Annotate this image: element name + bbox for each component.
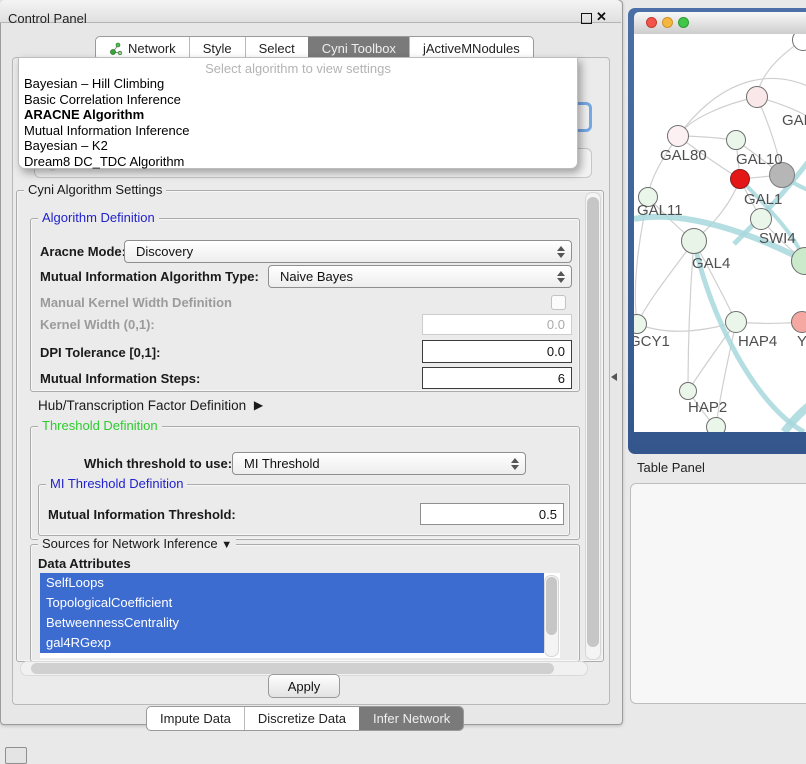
attribute-item[interactable]: TopologicalCoefficient xyxy=(40,593,544,613)
dpi-tolerance-field[interactable] xyxy=(422,340,572,363)
node-pink-top[interactable] xyxy=(746,86,768,108)
mi-algorithm-type-label: Mutual Information Algorithm Type: xyxy=(40,269,259,284)
manual-kernel-width-checkbox[interactable] xyxy=(551,295,566,310)
mi-threshold-field[interactable] xyxy=(420,503,564,525)
node-label: GAL1 xyxy=(744,191,782,208)
node-salmon[interactable] xyxy=(791,311,806,333)
sources-title-toggle[interactable]: Sources for Network Inference ▼ xyxy=(38,537,236,552)
table-panel xyxy=(630,483,806,704)
node-label: GAL xyxy=(782,112,806,129)
cyni-bottom-tabbar: Impute Data Discretize Data Infer Networ… xyxy=(146,706,464,731)
node-label: GAL11 xyxy=(637,202,683,219)
apply-button[interactable]: Apply xyxy=(268,674,340,698)
hub-definition-toggle[interactable]: Hub/Transcription Factor Definition ▶ xyxy=(38,398,259,413)
algorithm-option-aracne[interactable]: ARACNE Algorithm xyxy=(19,107,577,123)
algorithm-option[interactable]: Basic Correlation Inference xyxy=(19,92,577,108)
mi-threshold-title: MI Threshold Definition xyxy=(46,477,187,491)
control-panel-title: Control Panel xyxy=(8,11,87,26)
threshold-definition-title: Threshold Definition xyxy=(38,419,162,433)
kernel-width-label: Kernel Width (0,1): xyxy=(40,317,155,332)
algorithm-option[interactable]: Dream8 DC_TDC Algorithm xyxy=(19,154,577,170)
attribute-item[interactable]: SelfLoops xyxy=(40,573,544,593)
mi-steps-field[interactable] xyxy=(422,367,572,389)
algorithm-option[interactable]: Bayesian – Hill Climbing xyxy=(19,76,577,92)
algorithm-definition-title: Algorithm Definition xyxy=(38,211,159,225)
mi-threshold-label: Mutual Information Threshold: xyxy=(48,507,236,522)
stepper-icon xyxy=(509,458,521,470)
node-bottom-partial[interactable] xyxy=(706,417,726,432)
algorithm-dropdown-popup: Select algorithm to view settings Bayesi… xyxy=(18,57,578,169)
settings-vertical-scrollbar-thumb[interactable] xyxy=(587,197,599,647)
settings-vertical-scrollbar[interactable] xyxy=(585,192,601,660)
node-label: GCY1 xyxy=(634,333,670,350)
attributes-scrollbar[interactable] xyxy=(544,575,559,657)
node-label: SWI4 xyxy=(759,230,796,247)
node-hap2[interactable] xyxy=(679,382,697,400)
node-gal80[interactable] xyxy=(667,125,689,147)
tab-discretize-data[interactable]: Discretize Data xyxy=(244,707,359,730)
node-gal10[interactable] xyxy=(726,130,746,150)
panel-splitter-arrow[interactable] xyxy=(611,373,617,381)
expand-down-icon: ▼ xyxy=(221,539,232,551)
manual-kernel-width-label: Manual Kernel Width Definition xyxy=(40,295,232,310)
minimize-traffic-light-icon[interactable] xyxy=(662,17,673,28)
aracne-mode-label: Aracne Mode: xyxy=(40,244,126,259)
minimized-panel-icon[interactable] xyxy=(5,747,27,764)
which-threshold-label: Which threshold to use: xyxy=(84,456,232,471)
node-label: GAL10 xyxy=(736,151,783,168)
data-attributes-label: Data Attributes xyxy=(38,556,131,571)
algorithm-option[interactable]: Bayesian – K2 xyxy=(19,138,577,154)
tab-network-label: Network xyxy=(128,41,176,56)
node-label: Y xyxy=(797,333,806,350)
attribute-item[interactable]: BetweennessCentrality xyxy=(40,613,544,633)
tab-infer-network[interactable]: Infer Network xyxy=(359,707,463,730)
node-gal4[interactable] xyxy=(681,228,707,254)
node-label: GAL80 xyxy=(660,147,707,164)
expand-right-icon: ▶ xyxy=(254,398,263,412)
dpi-tolerance-label: DPI Tolerance [0,1]: xyxy=(40,345,160,360)
node-label: GAL4 xyxy=(692,255,730,272)
mi-steps-label: Mutual Information Steps: xyxy=(40,371,200,386)
aracne-mode-combobox[interactable]: Discovery xyxy=(124,240,572,263)
attribute-item[interactable]: gal4RGexp xyxy=(40,633,544,653)
settings-horizontal-scrollbar-thumb[interactable] xyxy=(31,663,554,674)
zoom-traffic-light-icon[interactable] xyxy=(678,17,689,28)
restore-window-icon[interactable] xyxy=(581,13,592,24)
close-window-icon[interactable]: ✕ xyxy=(596,9,607,25)
network-window-titlebar[interactable] xyxy=(634,12,806,35)
algorithm-option[interactable]: Mutual Information Inference xyxy=(19,123,577,139)
mi-algorithm-type-combobox[interactable]: Naive Bayes xyxy=(268,265,572,288)
node-label: HAP4 xyxy=(738,333,777,350)
algorithm-popup-prompt: Select algorithm to view settings xyxy=(19,61,577,76)
node-gal1[interactable] xyxy=(730,169,750,189)
attributes-scrollbar-thumb[interactable] xyxy=(546,577,557,635)
node-hap4[interactable] xyxy=(725,311,747,333)
kernel-width-field[interactable] xyxy=(422,314,572,335)
node-swi4[interactable] xyxy=(750,208,772,230)
which-threshold-combobox[interactable]: MI Threshold xyxy=(232,452,526,475)
network-canvas[interactable]: GAL GAL80 GAL10 GAL1 GAL11 SWI4 GAL4 GCY… xyxy=(634,34,806,432)
stepper-icon xyxy=(555,246,567,258)
data-attributes-list: SelfLoops TopologicalCoefficient Between… xyxy=(40,573,560,658)
cyni-algorithm-settings-title: Cyni Algorithm Settings xyxy=(24,183,166,197)
close-traffic-light-icon[interactable] xyxy=(646,17,657,28)
node-label: HAP2 xyxy=(688,399,727,416)
control-panel-titlebar[interactable] xyxy=(0,0,621,23)
table-panel-title: Table Panel xyxy=(637,460,705,475)
tab-impute-data[interactable]: Impute Data xyxy=(147,707,244,730)
network-icon xyxy=(109,42,123,56)
stepper-icon xyxy=(555,271,567,283)
